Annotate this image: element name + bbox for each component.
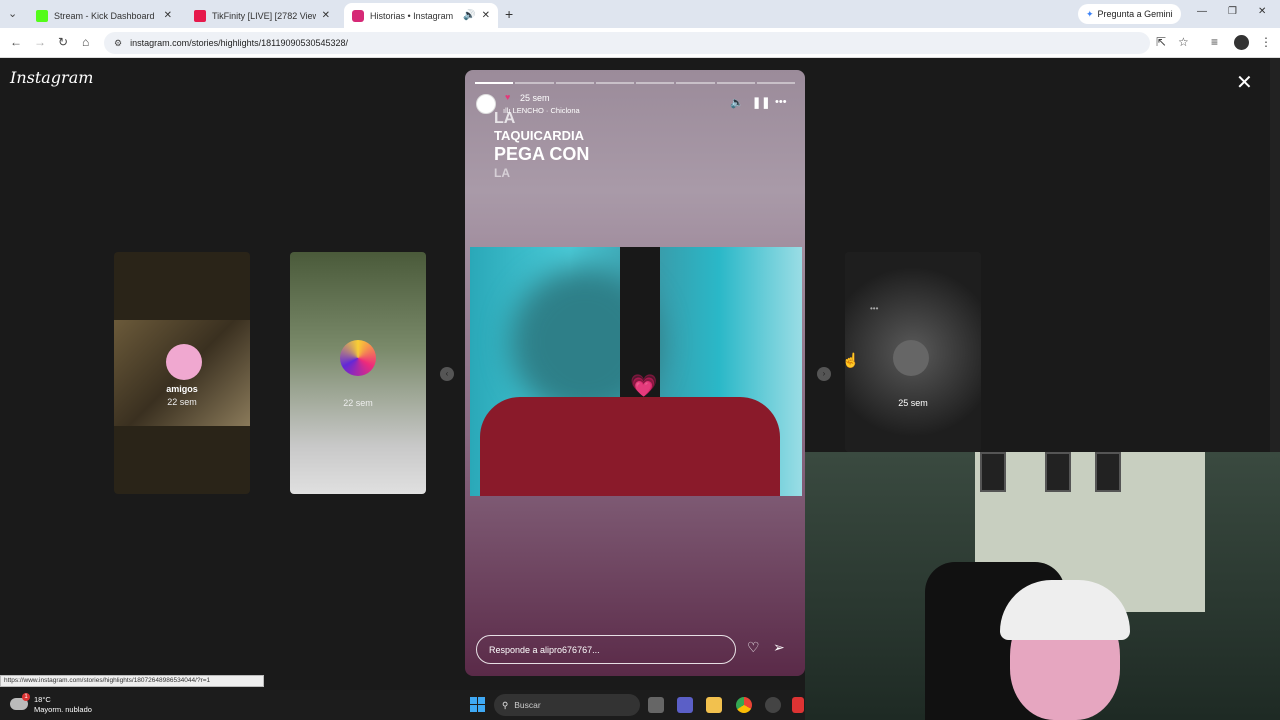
- tab-tikfinity[interactable]: TikFinity [LIVE] [2782 Viewers] ✕: [186, 3, 338, 28]
- file-explorer-icon[interactable]: [706, 697, 722, 713]
- address-bar-row: ← → ↻ ⌂ ⚙ instagram.com/stories/highligh…: [0, 28, 1280, 58]
- url-text: instagram.com/stories/highlights/1811909…: [130, 38, 349, 48]
- task-view-icon[interactable]: [648, 697, 664, 713]
- story-text-line: TAQUICARDIA: [494, 128, 585, 143]
- highlight-avatar: [340, 340, 376, 376]
- windows-start-icon[interactable]: [470, 697, 485, 712]
- media-controls-icon[interactable]: ≡: [1211, 35, 1218, 49]
- story-photo: 💗: [470, 247, 802, 496]
- site-info-icon[interactable]: ⚙: [114, 38, 122, 49]
- tab-audio-icon[interactable]: 🔊: [463, 10, 475, 21]
- kick-favicon-icon: [36, 9, 48, 22]
- app-icon[interactable]: [792, 697, 804, 713]
- next-story-chevron-icon[interactable]: ›: [817, 367, 831, 381]
- weather-temperature: 18°C: [34, 695, 51, 704]
- tab-instagram-stories[interactable]: Historias • Instagram 🔊 ✕: [344, 3, 498, 28]
- tab-label: Historias • Instagram: [370, 10, 454, 21]
- highlight-time: 22 sem: [167, 397, 197, 407]
- instagram-favicon-icon: [352, 9, 364, 22]
- gemini-button[interactable]: ✦ Pregunta a Gemini: [1078, 4, 1181, 24]
- reload-icon[interactable]: ↻: [58, 35, 68, 49]
- wall-frame: [1045, 452, 1071, 492]
- close-window-button[interactable]: ✕: [1258, 6, 1266, 17]
- pause-icon[interactable]: ❚❚: [752, 96, 770, 109]
- browser-tab-strip: ⌄ Stream - Kick Dashboard ✕ TikFinity [L…: [0, 0, 1280, 28]
- reply-input[interactable]: Responde a alipro676767...: [476, 635, 736, 664]
- obs-icon[interactable]: [765, 697, 781, 713]
- close-tab-icon[interactable]: ✕: [164, 10, 172, 21]
- tikfinity-favicon-icon: [194, 9, 206, 22]
- previous-story-card-amigos[interactable]: amigos 22 sem: [114, 252, 250, 494]
- weather-description: Mayorm. nublado: [34, 705, 92, 714]
- story-author-avatar[interactable]: [476, 94, 496, 114]
- story-timestamp: 25 sem: [520, 93, 550, 103]
- highlight-time: 25 sem: [898, 398, 928, 408]
- tab-label: TikFinity [LIVE] [2782 Viewers]: [212, 10, 316, 21]
- photo-detail: [480, 397, 780, 496]
- close-tab-icon[interactable]: ✕: [482, 10, 490, 21]
- heart-emoji-icon: 💗: [630, 373, 658, 398]
- tab-label: Stream - Kick Dashboard: [54, 10, 155, 21]
- highlight-avatar: [893, 340, 929, 376]
- progress-segment: [475, 82, 514, 84]
- progress-segment: [676, 82, 715, 84]
- search-label: Buscar: [514, 700, 541, 710]
- back-arrow-icon[interactable]: ←: [10, 35, 22, 49]
- instagram-logo[interactable]: Instagram: [10, 68, 93, 87]
- home-icon[interactable]: ⌂: [82, 35, 89, 49]
- highlight-avatar: [166, 344, 202, 380]
- progress-segment: [555, 82, 594, 84]
- url-bar[interactable]: ⚙ instagram.com/stories/highlights/18119…: [104, 32, 1150, 54]
- chrome-icon[interactable]: [736, 697, 752, 713]
- story-text-line: PEGA CON: [494, 144, 590, 164]
- progress-segment: [756, 82, 795, 84]
- previous-story-card[interactable]: 22 sem: [290, 252, 426, 494]
- wall-frame: [980, 452, 1006, 492]
- like-heart-icon[interactable]: ♡: [747, 639, 760, 656]
- previous-story-chevron-icon[interactable]: ‹: [440, 367, 454, 381]
- forward-arrow-icon[interactable]: →: [34, 35, 46, 49]
- install-app-icon[interactable]: ⇱: [1156, 35, 1166, 49]
- webcam-overlay: [805, 452, 1280, 720]
- volume-icon[interactable]: 🔈: [730, 96, 744, 109]
- minimize-button[interactable]: —: [1197, 6, 1207, 17]
- story-text-line: LA: [494, 166, 510, 180]
- progress-segment: [515, 82, 554, 84]
- tab-kick-dashboard[interactable]: Stream - Kick Dashboard ✕: [28, 3, 180, 28]
- tab-search-chevron-icon[interactable]: ⌄: [8, 7, 22, 21]
- close-tab-icon[interactable]: ✕: [322, 10, 330, 21]
- wall-frame: [1095, 452, 1121, 492]
- more-options-icon[interactable]: •••: [775, 96, 787, 108]
- weather-alert-badge: 1: [22, 693, 30, 701]
- status-link-preview: https://www.instagram.com/stories/highli…: [0, 675, 264, 687]
- gemini-label: Pregunta a Gemini: [1097, 9, 1173, 19]
- active-story[interactable]: ♥ 25 sem ıllı LENCHO · Chiclona 🔈 ❚❚ •••…: [465, 70, 805, 676]
- search-icon: ⚲: [502, 699, 509, 710]
- highlight-name: amigos: [166, 384, 198, 394]
- progress-segment: [716, 82, 755, 84]
- progress-segment: [636, 82, 675, 84]
- song-label: LENCHO · Chiclona: [512, 106, 580, 115]
- next-story-card[interactable]: ••• 25 sem: [845, 252, 981, 452]
- story-text-line: LA: [494, 110, 516, 127]
- taskbar-search[interactable]: ⚲ Buscar: [494, 694, 640, 716]
- close-viewer-icon[interactable]: ✕: [1236, 70, 1253, 95]
- story-progress-bar: [475, 82, 795, 84]
- hand-cursor-icon: ☝: [842, 352, 860, 368]
- highlight-time: 22 sem: [343, 398, 373, 408]
- reply-placeholder: Responde a alipro676767...: [489, 644, 600, 655]
- page-scrollbar[interactable]: [1270, 58, 1280, 452]
- new-tab-button[interactable]: +: [505, 6, 513, 22]
- windows-taskbar: 1 18°C Mayorm. nublado ⚲ Buscar: [0, 690, 805, 720]
- share-send-icon[interactable]: ➢: [773, 639, 785, 656]
- gemini-sparkle-icon: ✦: [1086, 8, 1094, 19]
- heart-sticker-icon: ♥: [505, 92, 511, 102]
- bookmark-star-icon[interactable]: ☆: [1178, 35, 1189, 49]
- card-menu-dots: •••: [870, 304, 879, 313]
- profile-avatar[interactable]: [1234, 35, 1249, 50]
- more-menu-icon[interactable]: ⋮: [1260, 35, 1272, 49]
- maximize-button[interactable]: ❐: [1228, 6, 1237, 17]
- progress-segment: [595, 82, 634, 84]
- teams-icon[interactable]: [677, 697, 693, 713]
